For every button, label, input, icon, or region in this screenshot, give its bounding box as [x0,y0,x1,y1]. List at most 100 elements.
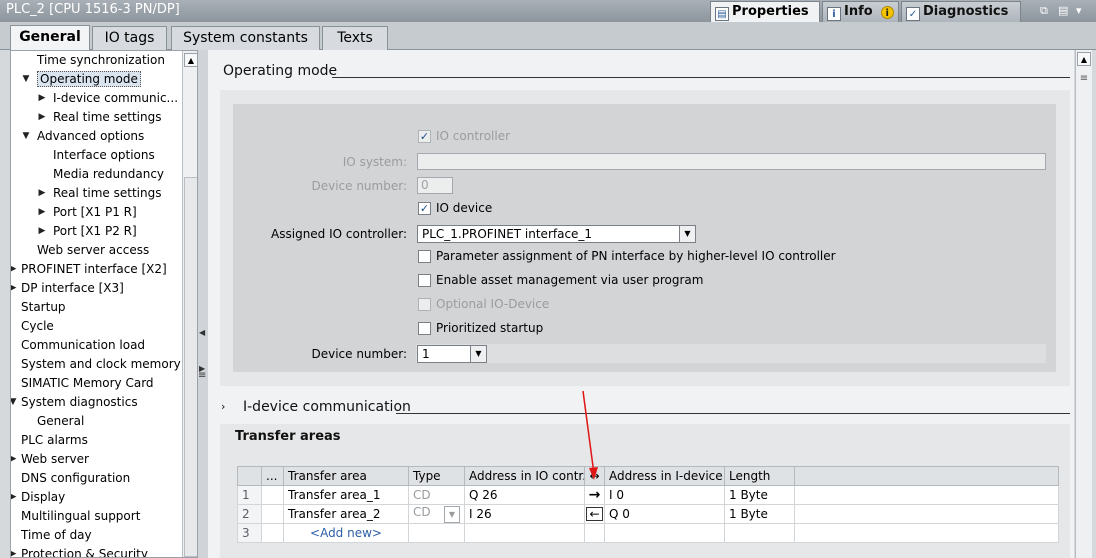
nav-item-simatic-memory-card[interactable]: SIMATIC Memory Card [21,374,154,393]
scroll-up-icon[interactable]: ▲ [1077,52,1091,66]
optional-io-device-checkbox[interactable] [418,298,431,311]
splitter[interactable]: ◀ ▶ ≡ [198,50,208,558]
restore-icon[interactable]: ⧉ [1040,4,1048,18]
direction-cell[interactable]: ← [584,504,605,524]
nav-item-diagnostics-general[interactable]: General [37,412,84,431]
splitter-left-icon[interactable]: ◀ [199,328,205,337]
column-header-length[interactable]: Length [724,466,795,486]
transfer-area-type-select[interactable]: CD ▼ [408,504,465,524]
address-io-controller[interactable]: Q 26 [464,485,585,505]
dropdown-arrow-icon[interactable]: ▼ [444,506,460,523]
nav-item-advanced-options[interactable]: ▼ Advanced options [23,127,145,146]
transfer-length[interactable]: 1 Byte [724,485,795,505]
nav-item-dp-interface-x3[interactable]: ▶ DP interface [X3] [11,279,124,298]
collapse-arrow-icon[interactable]: ▶ [37,108,47,127]
nav-item-real-time-settings[interactable]: ▶ Real time settings [39,108,162,127]
properties-panel-tab[interactable]: ▤ Properties [710,1,820,22]
diagnostics-panel-tab[interactable]: ✓ Diagnostics [901,1,1021,22]
expand-arrow-icon[interactable]: ▼ [21,70,31,89]
assigned-io-controller-select[interactable]: PLC_1.PROFINET interface_1 ▼ [417,225,696,243]
collapse-arrow-icon[interactable]: ▶ [11,545,18,557]
tab-texts[interactable]: Texts [322,26,388,50]
collapse-arrow-icon[interactable]: ▶ [11,488,18,507]
dropdown-arrow-icon[interactable]: ▼ [470,346,486,362]
nav-item-port-x1-p2[interactable]: ▶ Port [X1 P2 R] [39,222,137,241]
content-scrollbar[interactable]: ▲ ≡ [1075,50,1092,558]
transfer-length[interactable]: 1 Byte [724,504,795,524]
nav-item-web-server[interactable]: ▶ Web server [11,450,89,469]
nav-item-cycle[interactable]: Cycle [21,317,54,336]
nav-item-multilingual-support[interactable]: Multilingual support [21,507,140,526]
prioritized-startup-checkbox[interactable] [418,322,431,335]
nav-item-profinet-interface-x2[interactable]: ▶ PROFINET interface [X2] [11,260,167,279]
nav-item-plc-alarms[interactable]: PLC alarms [21,431,88,450]
splitter-grip-icon[interactable]: ≡ [198,370,206,381]
tab-general[interactable]: General [10,25,90,50]
column-header[interactable]: ... [261,466,284,486]
column-header-transfer-area[interactable]: Transfer area [283,466,409,486]
nav-item-web-server-access[interactable]: Web server access [37,241,149,260]
transfer-area-type[interactable]: CD [408,485,465,505]
tab-io-tags[interactable]: IO tags [92,26,167,50]
scroll-up-icon[interactable]: ▲ [184,53,197,67]
nav-item-dns-configuration[interactable]: DNS configuration [21,469,130,488]
minimize-panel-icon[interactable]: ▾ [1076,4,1082,17]
collapse-arrow-icon[interactable]: ▶ [37,89,47,108]
scroll-grip-icon[interactable]: ≡ [1078,72,1090,86]
nav-item-interface-options[interactable]: Interface options [53,146,155,165]
device-number-field[interactable]: 0 [417,177,453,194]
table-row[interactable]: 3 <Add new> [237,523,1059,543]
collapse-arrow-icon[interactable]: ▶ [11,450,18,469]
collapse-arrow-icon[interactable]: ▶ [37,222,47,241]
column-header-address-io-controller[interactable]: Address in IO contr... [464,466,585,486]
device-number-select[interactable]: 1 ▼ [417,345,487,363]
nav-item-system-clock-memory[interactable]: System and clock memory [21,355,181,374]
collapse-arrow-icon[interactable]: ▶ [11,260,18,279]
collapse-chevron-icon[interactable]: › [221,400,225,413]
nav-item-port-x1-p1[interactable]: ▶ Port [X1 P1 R] [39,203,137,222]
operating-mode-title: Operating mode [223,63,338,79]
collapse-arrow-icon[interactable]: ▶ [37,203,47,222]
dropdown-arrow-icon[interactable]: ▼ [679,226,695,242]
nav-item-display[interactable]: ▶ Display [11,488,65,507]
nav-item-protection-security[interactable]: ▶ Protection & Security [11,545,148,557]
expand-arrow-icon[interactable]: ▼ [21,127,31,146]
address-i-device[interactable]: Q 0 [604,504,725,524]
nav-item-i-device-communication[interactable]: ▶ I-device communic... [39,89,178,108]
direction-right-arrow-icon[interactable]: → [584,485,605,505]
direction-column-icon[interactable]: ↔ [584,466,605,486]
table-row[interactable]: 1 Transfer area_1 CD Q 26 → I 0 1 Byte [237,485,1059,505]
nav-item-communication-load[interactable]: Communication load [21,336,145,355]
nav-item-system-diagnostics[interactable]: ▼ System diagnostics [11,393,138,412]
expand-arrow-icon[interactable]: ▼ [11,393,18,412]
scroll-thumb[interactable] [184,177,197,557]
io-controller-checkbox[interactable]: ✓ [418,130,431,143]
direction-left-arrow-icon[interactable]: ← [586,507,603,521]
nav-item-time-of-day[interactable]: Time of day [21,526,92,545]
column-header-address-i-device[interactable]: Address in I-device [604,466,725,486]
nav-item-operating-mode[interactable]: ▼ Operating mode [23,70,141,89]
navigation-tree: Time synchronization ▼ Operating mode ▶ I-… [10,50,198,558]
column-header-type[interactable]: Type [408,466,465,486]
info-panel-tab[interactable]: i Info i [822,1,899,22]
table-row[interactable]: 2 Transfer area_2 CD ▼ I 26 ← Q 0 1 Byte [237,504,1059,524]
nav-item-startup[interactable]: Startup [21,298,66,317]
nav-item-real-time-settings-2[interactable]: ▶ Real time settings [39,184,162,203]
nav-scrollbar[interactable]: ▲ [182,51,197,557]
io-device-checkbox[interactable]: ✓ [418,202,431,215]
asset-management-checkbox[interactable] [418,274,431,287]
address-io-controller[interactable]: I 26 [464,504,585,524]
transfer-area-name[interactable]: Transfer area_2 [283,504,409,524]
add-new-row[interactable]: <Add new> [283,523,409,543]
address-i-device[interactable]: I 0 [604,485,725,505]
nav-item-time-synchronization[interactable]: Time synchronization [37,51,165,70]
collapse-arrow-icon[interactable]: ▶ [11,279,18,298]
nav-item-media-redundancy[interactable]: Media redundancy [53,165,164,184]
row-cell [794,504,1059,524]
tab-system-constants[interactable]: System constants [171,26,320,50]
transfer-area-name[interactable]: Transfer area_1 [283,485,409,505]
collapse-arrow-icon[interactable]: ▶ [37,184,47,203]
io-system-field[interactable] [417,153,1046,170]
param-assignment-checkbox[interactable] [418,250,431,263]
layout-icon[interactable]: ▤ [1058,4,1068,17]
